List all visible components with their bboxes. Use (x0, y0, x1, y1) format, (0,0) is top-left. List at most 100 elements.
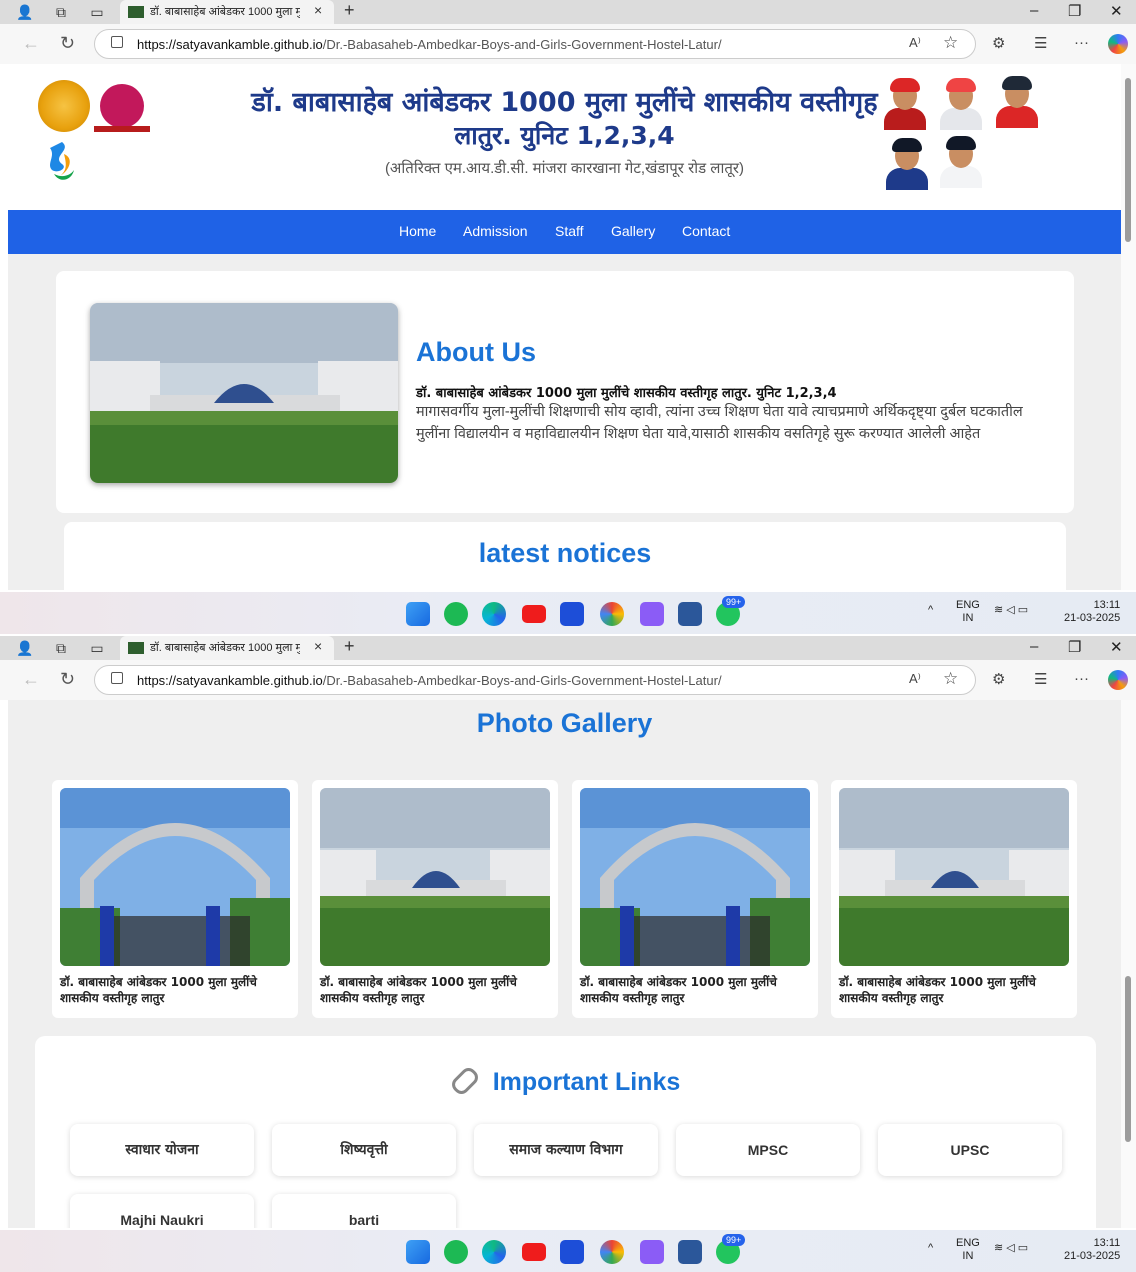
address-bar-row: ← ↻ https://satyavankamble.github.io/Dr.… (0, 660, 1136, 700)
close-window-button[interactable]: ✕ (1110, 638, 1123, 656)
workspaces-icon[interactable]: ⧉ (52, 3, 70, 21)
youtube-icon[interactable] (522, 1243, 546, 1261)
screenshot-top: 👤 ⧉ ▭ डॉ. बाबासाहेब आंबेडकर 1000 मुला मु… (0, 0, 1136, 634)
tab-close-icon[interactable]: × (314, 638, 322, 654)
visual-studio-icon[interactable] (640, 1240, 664, 1264)
site-favicon-icon (128, 642, 144, 654)
copilot-icon[interactable] (1108, 34, 1128, 54)
more-menu-icon[interactable]: ··· (1074, 34, 1089, 51)
refresh-icon[interactable]: ↻ (60, 669, 75, 690)
gallery-card[interactable]: डॉ. बाबासाहेब आंबेडकर 1000 मुला मुलींचे … (572, 780, 818, 1018)
hostel-building-photo[interactable] (320, 788, 550, 966)
nav-admission[interactable]: Admission (463, 223, 528, 239)
scrollbar-thumb[interactable] (1125, 78, 1131, 242)
tab-close-icon[interactable]: × (314, 2, 322, 18)
nav-staff[interactable]: Staff (555, 223, 584, 239)
link-mpsc[interactable]: MPSC (676, 1124, 860, 1176)
maximize-button[interactable]: ❐ (1068, 2, 1081, 20)
extensions-icon[interactable]: ⚙ (992, 670, 1005, 688)
favorites-icon[interactable]: ☰ (1034, 34, 1047, 52)
clock[interactable]: 13:11 21-03-2025 (1064, 599, 1120, 625)
browser-tab[interactable]: डॉ. बाबासाहेब आंबेडकर 1000 मुला मु × (120, 636, 334, 660)
scrollbar-thumb[interactable] (1125, 976, 1131, 1142)
link-samaj-kalyan[interactable]: समाज कल्याण विभाग (474, 1124, 658, 1176)
url-field[interactable]: https://satyavankamble.github.io/Dr.-Bab… (94, 29, 976, 59)
read-aloud-icon[interactable]: A⁾ (909, 35, 921, 51)
chrome-icon[interactable] (600, 602, 624, 626)
favorite-star-icon[interactable]: ☆ (943, 33, 958, 53)
lock-icon[interactable] (111, 672, 123, 684)
links-title-text: Important Links (492, 1068, 681, 1096)
new-tab-button[interactable]: + (344, 636, 355, 657)
copilot-icon[interactable] (1108, 670, 1128, 690)
link-barti[interactable]: barti (272, 1194, 456, 1228)
nav-gallery[interactable]: Gallery (611, 223, 655, 239)
favorite-star-icon[interactable]: ☆ (943, 669, 958, 689)
gallery-card[interactable]: डॉ. बाबासाहेब आंबेडकर 1000 मुला मुलींचे … (831, 780, 1077, 1018)
link-majhi-naukri[interactable]: Majhi Naukri (70, 1194, 254, 1228)
about-subtitle: डॉ. बाबासाहेब आंबेडकर 1000 मुला मुलींचे … (416, 386, 837, 401)
profile-icon[interactable]: 👤 (16, 639, 34, 657)
youtube-icon[interactable] (522, 605, 546, 623)
screenshot-bottom: 👤 ⧉ ▭ डॉ. बाबासाहेब आंबेडकर 1000 मुला मु… (0, 636, 1136, 1272)
lang-code: ENG (956, 599, 980, 611)
back-icon[interactable]: ← (22, 669, 40, 690)
store-icon[interactable] (560, 1240, 584, 1264)
refresh-icon[interactable]: ↻ (60, 33, 75, 54)
word-icon[interactable] (678, 1240, 702, 1264)
tab-title: डॉ. बाबासाहेब आंबेडकर 1000 मुला मु (150, 6, 300, 18)
link-swadhar-yojana[interactable]: स्वाधार योजना (70, 1124, 254, 1176)
start-icon[interactable] (406, 602, 430, 626)
close-window-button[interactable]: ✕ (1110, 2, 1123, 20)
shahu-portrait-icon (940, 78, 982, 130)
visual-studio-icon[interactable] (640, 602, 664, 626)
page-viewport: Photo Gallery डॉ. बाबासाहेब आंबेडकर 1000… (8, 700, 1121, 1228)
spotify-icon[interactable] (444, 602, 468, 626)
gallery-card[interactable]: डॉ. बाबासाहेब आंबेडकर 1000 मुला मुलींचे … (312, 780, 558, 1018)
tab-actions-icon[interactable]: ▭ (88, 639, 106, 657)
clock[interactable]: 13:11 21-03-2025 (1064, 1237, 1120, 1263)
url-field[interactable]: https://satyavankamble.github.io/Dr.-Bab… (94, 665, 976, 695)
hostel-building-photo (90, 303, 398, 483)
notices-card: latest notices (64, 522, 1066, 590)
language-indicator[interactable]: ENG IN (956, 1237, 980, 1263)
wifi-volume-battery-icon[interactable]: ≋ ◁ ▭ (994, 604, 1028, 617)
link-upsc[interactable]: UPSC (878, 1124, 1062, 1176)
extensions-icon[interactable]: ⚙ (992, 34, 1005, 52)
back-icon[interactable]: ← (22, 33, 40, 54)
word-icon[interactable] (678, 602, 702, 626)
browser-titlebar: 👤 ⧉ ▭ डॉ. बाबासाहेब आंबेडकर 1000 मुला मु… (0, 636, 1136, 660)
tray-chevron-icon[interactable]: ^ (928, 1242, 933, 1255)
workspaces-icon[interactable]: ⧉ (52, 639, 70, 657)
start-icon[interactable] (406, 1240, 430, 1264)
nav-home[interactable]: Home (399, 223, 436, 239)
language-indicator[interactable]: ENG IN (956, 599, 980, 625)
tray-chevron-icon[interactable]: ^ (928, 604, 933, 617)
link-scholarship[interactable]: शिष्यवृत्ती (272, 1124, 456, 1176)
favorites-icon[interactable]: ☰ (1034, 670, 1047, 688)
minimize-button[interactable]: – (1030, 2, 1038, 19)
minimize-button[interactable]: – (1030, 638, 1038, 655)
read-aloud-icon[interactable]: A⁾ (909, 671, 921, 687)
wifi-volume-battery-icon[interactable]: ≋ ◁ ▭ (994, 1242, 1028, 1255)
page-scrollbar[interactable] (1121, 700, 1136, 1228)
hostel-building-photo[interactable] (839, 788, 1069, 966)
spotify-icon[interactable] (444, 1240, 468, 1264)
maximize-button[interactable]: ❐ (1068, 638, 1081, 656)
browser-tab[interactable]: डॉ. बाबासाहेब आंबेडकर 1000 मुला मु × (120, 0, 334, 24)
store-icon[interactable] (560, 602, 584, 626)
lock-icon[interactable] (111, 36, 123, 48)
hostel-gate-photo[interactable] (60, 788, 290, 966)
new-tab-button[interactable]: + (344, 0, 355, 21)
nav-contact[interactable]: Contact (682, 223, 730, 239)
phule-portrait-icon (884, 78, 926, 130)
more-menu-icon[interactable]: ··· (1074, 670, 1089, 687)
profile-icon[interactable]: 👤 (16, 3, 34, 21)
hostel-gate-photo[interactable] (580, 788, 810, 966)
edge-icon[interactable] (482, 602, 506, 626)
tab-actions-icon[interactable]: ▭ (88, 3, 106, 21)
page-scrollbar[interactable] (1121, 64, 1136, 590)
gallery-card[interactable]: डॉ. बाबासाहेब आंबेडकर 1000 मुला मुलींचे … (52, 780, 298, 1018)
chrome-icon[interactable] (600, 1240, 624, 1264)
edge-icon[interactable] (482, 1240, 506, 1264)
